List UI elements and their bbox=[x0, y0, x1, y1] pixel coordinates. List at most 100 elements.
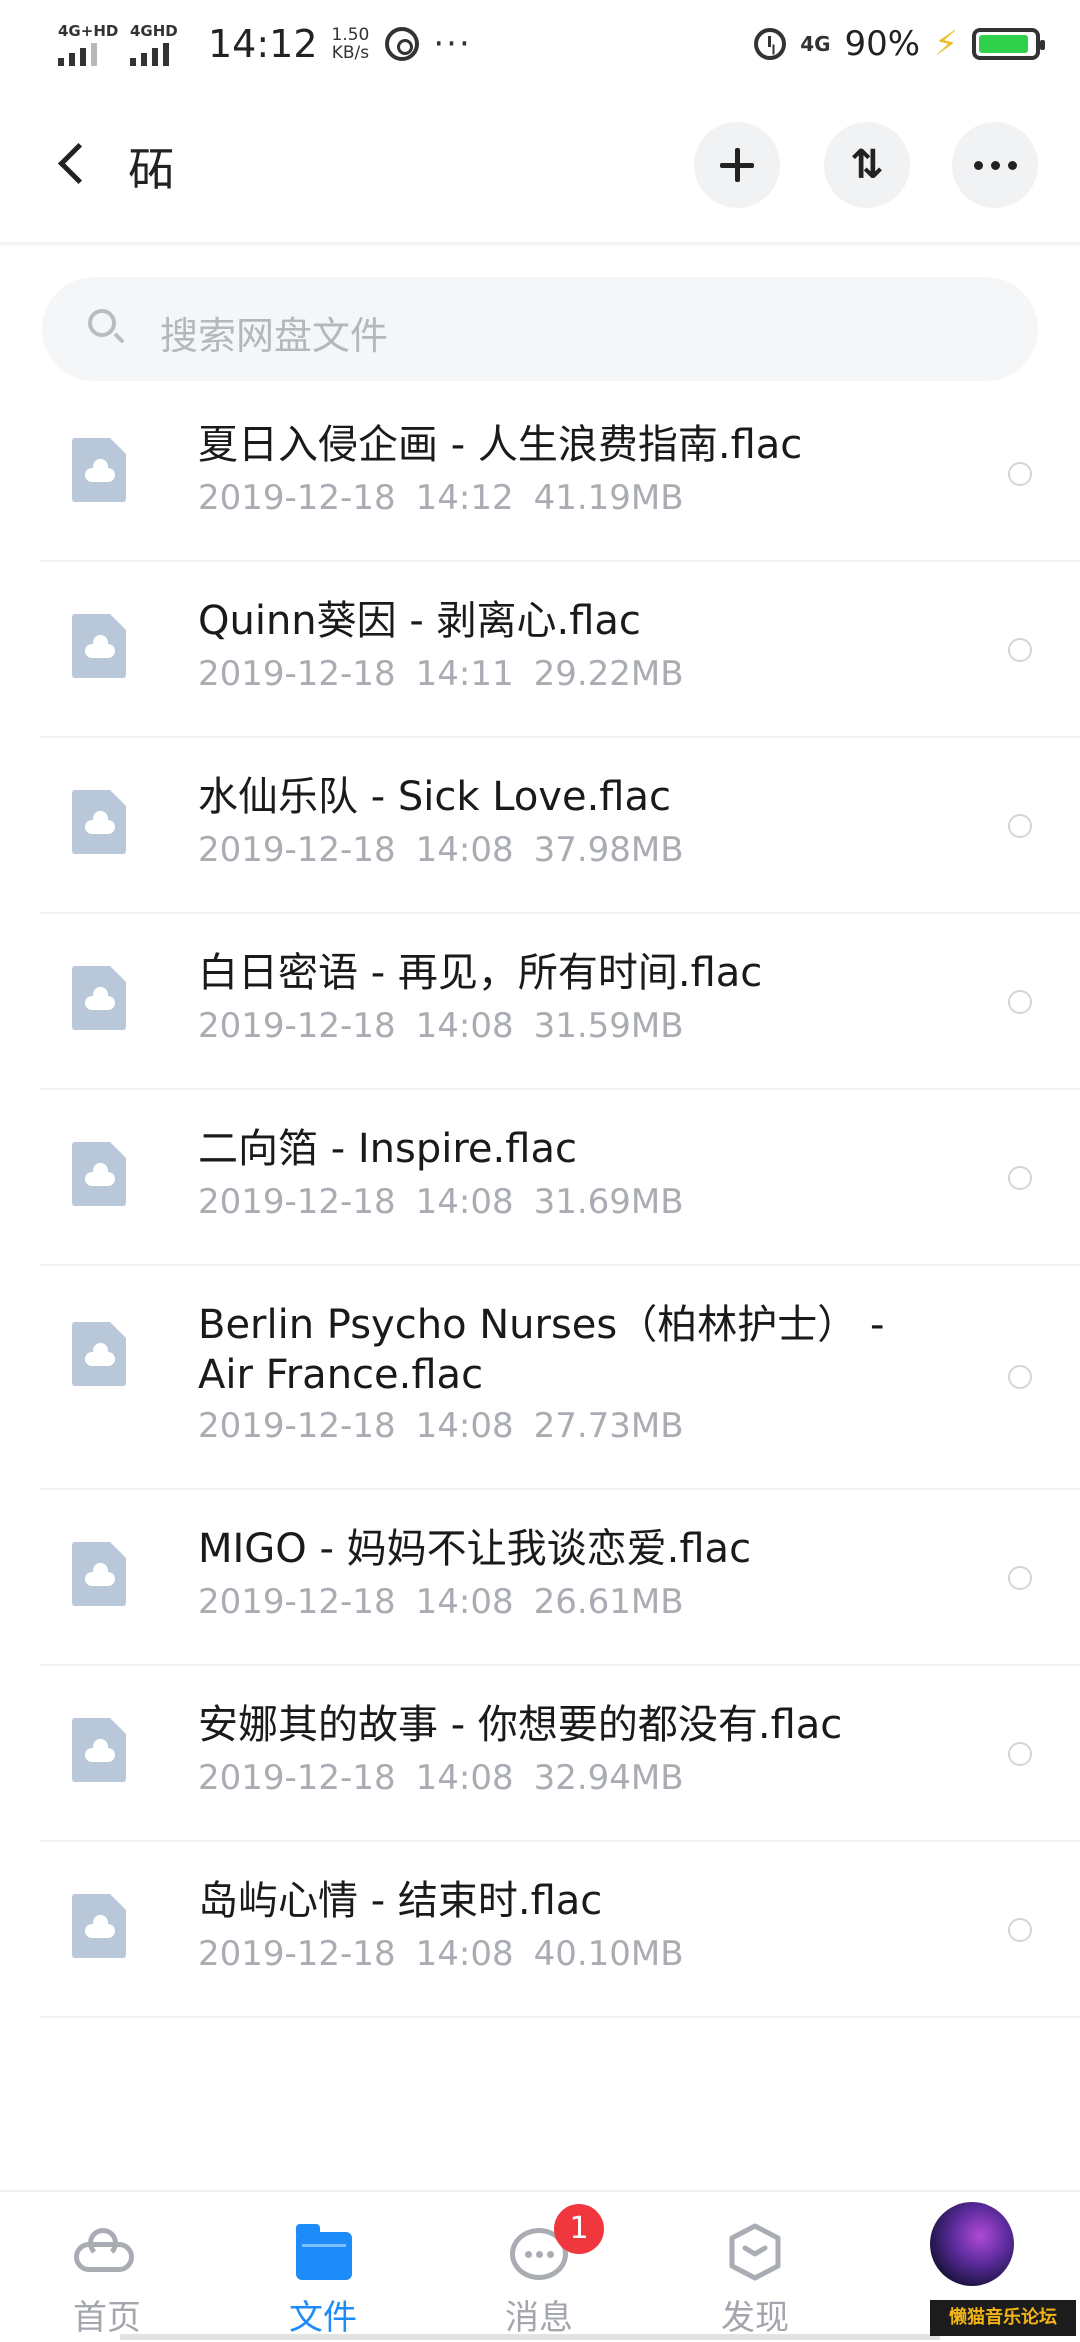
file-name: MIGO - 妈妈不让我谈恋爱.flac bbox=[198, 1526, 752, 1572]
file-date: 2019-12-18 bbox=[198, 830, 396, 870]
cloud-file-icon bbox=[72, 790, 126, 854]
file-meta: 2019-12-18 14:08 31.69MB bbox=[198, 1182, 704, 1222]
nav-files-label: 文件 bbox=[289, 2298, 357, 2338]
network-speed-value: 1.50 bbox=[331, 25, 370, 45]
file-date: 2019-12-18 bbox=[198, 1758, 396, 1798]
file-row[interactable]: 岛屿心情 - 结束时.flac 2019-12-18 14:08 40.10MB bbox=[0, 1842, 1080, 2018]
page-title: 砳 bbox=[128, 142, 174, 196]
cloud-file-icon bbox=[72, 614, 126, 678]
cloud-file-icon bbox=[72, 1894, 126, 1958]
divider bbox=[40, 2016, 1080, 2018]
battery-icon bbox=[972, 28, 1045, 60]
network-speed: 1.50 KB/s bbox=[332, 26, 370, 62]
signal-2-label: 4GHD bbox=[130, 22, 178, 40]
notification-badge: 1 bbox=[554, 2204, 604, 2254]
network-speed-unit: KB/s bbox=[331, 43, 370, 63]
file-list: 夏日入侵企画 - 人生浪费指南.flac 2019-12-18 14:12 41.1… bbox=[0, 386, 1080, 2018]
file-time: 14:08 bbox=[415, 1182, 514, 1222]
file-date: 2019-12-18 bbox=[198, 1934, 396, 1974]
network-4g-icon: 4G bbox=[800, 32, 831, 56]
file-time: 14:08 bbox=[415, 830, 514, 870]
cloud-file-icon bbox=[72, 1142, 126, 1206]
file-name: 安娜其的故事 - 你想要的都没有.flac bbox=[198, 1702, 843, 1748]
select-checkbox[interactable] bbox=[1008, 1566, 1032, 1590]
more-button[interactable] bbox=[952, 122, 1038, 208]
app-header: 砳 ⇅ bbox=[0, 95, 1080, 235]
file-meta: 2019-12-18 14:08 37.98MB bbox=[198, 830, 704, 870]
file-size: 26.61MB bbox=[533, 1582, 684, 1622]
file-row[interactable]: 安娜其的故事 - 你想要的都没有.flac 2019-12-18 14:08 32.… bbox=[0, 1666, 1080, 1842]
file-meta: 2019-12-18 14:08 27.73MB bbox=[198, 1406, 704, 1446]
avatar[interactable] bbox=[930, 2202, 1014, 2286]
select-checkbox[interactable] bbox=[1008, 462, 1032, 486]
select-checkbox[interactable] bbox=[1008, 1918, 1032, 1942]
search-placeholder: 搜索网盘文件 bbox=[160, 314, 389, 358]
file-size: 27.73MB bbox=[533, 1406, 684, 1446]
bottom-indicator bbox=[120, 2334, 940, 2340]
cloud-file-icon bbox=[72, 1322, 126, 1386]
plus-icon bbox=[720, 148, 754, 182]
file-meta: 2019-12-18 14:11 29.22MB bbox=[198, 654, 704, 694]
nav-home[interactable]: 首页 bbox=[32, 2192, 182, 2342]
file-time: 14:08 bbox=[415, 1934, 514, 1974]
file-meta: 2019-12-18 14:12 41.19MB bbox=[198, 478, 704, 518]
file-date: 2019-12-18 bbox=[198, 654, 396, 694]
nav-files[interactable]: 文件 bbox=[248, 2192, 398, 2342]
select-checkbox[interactable] bbox=[1008, 814, 1032, 838]
search-input[interactable]: 搜索网盘文件 bbox=[42, 277, 1038, 381]
select-checkbox[interactable] bbox=[1008, 638, 1032, 662]
file-row[interactable]: 白日密语 - 再见，所有时间.flac 2019-12-18 14:08 31.59… bbox=[0, 914, 1080, 1090]
file-size: 31.59MB bbox=[533, 1006, 684, 1046]
sort-icon: ⇅ bbox=[850, 142, 884, 188]
back-button[interactable] bbox=[52, 137, 92, 187]
add-button[interactable] bbox=[694, 122, 780, 208]
nav-home-label: 首页 bbox=[73, 2298, 141, 2338]
folder-icon bbox=[296, 2224, 352, 2280]
watermark: 懒猫音乐论坛 bbox=[930, 2300, 1076, 2336]
cloud-file-icon bbox=[72, 1718, 126, 1782]
nav-discover-label: 发现 bbox=[721, 2298, 789, 2338]
select-checkbox[interactable] bbox=[1008, 1365, 1032, 1389]
file-time: 14:12 bbox=[415, 478, 514, 518]
cloud-file-icon bbox=[72, 966, 126, 1030]
file-date: 2019-12-18 bbox=[198, 1406, 396, 1446]
nav-messages-label: 消息 bbox=[505, 2298, 573, 2338]
status-more-icon: ··· bbox=[433, 24, 472, 64]
nav-discover[interactable]: 发现 bbox=[680, 2192, 830, 2342]
file-row[interactable]: MIGO - 妈妈不让我谈恋爱.flac 2019-12-18 14:08 26.6… bbox=[0, 1490, 1080, 1666]
file-size: 32.94MB bbox=[533, 1758, 684, 1798]
signal-2-icon: 4GHD bbox=[130, 22, 188, 66]
select-checkbox[interactable] bbox=[1008, 1166, 1032, 1190]
status-time: 14:12 bbox=[208, 22, 318, 66]
file-meta: 2019-12-18 14:08 26.61MB bbox=[198, 1582, 704, 1622]
file-size: 37.98MB bbox=[533, 830, 684, 870]
file-row[interactable]: 夏日入侵企画 - 人生浪费指南.flac 2019-12-18 14:12 41.1… bbox=[0, 386, 1080, 562]
file-row[interactable]: Quinn葵因 - 剥离心.flac 2019-12-18 14:11 29.22M… bbox=[0, 562, 1080, 738]
file-row[interactable]: 水仙乐队 - Sick Love.flac 2019-12-18 14:08 37.… bbox=[0, 738, 1080, 914]
file-time: 14:08 bbox=[415, 1582, 514, 1622]
discover-icon bbox=[728, 2222, 782, 2282]
cloud-file-icon bbox=[72, 1542, 126, 1606]
file-date: 2019-12-18 bbox=[198, 1006, 396, 1046]
file-size: 31.69MB bbox=[533, 1182, 684, 1222]
file-time: 14:08 bbox=[415, 1758, 514, 1798]
file-name: Berlin Psycho Nurses（柏林护士） - Air France.… bbox=[198, 1302, 885, 1398]
select-checkbox[interactable] bbox=[1008, 1742, 1032, 1766]
signal-1-label: 4G+HD bbox=[58, 22, 119, 40]
select-checkbox[interactable] bbox=[1008, 990, 1032, 1014]
file-name: 水仙乐队 - Sick Love.flac bbox=[198, 774, 671, 820]
file-size: 41.19MB bbox=[533, 478, 684, 518]
file-name: 二向箔 - Inspire.flac bbox=[198, 1126, 577, 1172]
file-size: 29.22MB bbox=[533, 654, 684, 694]
sort-button[interactable]: ⇅ bbox=[824, 122, 910, 208]
nav-messages[interactable]: 1 消息 bbox=[464, 2192, 614, 2342]
file-row[interactable]: 二向箔 - Inspire.flac 2019-12-18 14:08 31.69M… bbox=[0, 1090, 1080, 1266]
file-row[interactable]: Berlin Psycho Nurses（柏林护士） - Air France.… bbox=[0, 1266, 1080, 1490]
bottom-nav: 首页 文件 1 消息 发现 bbox=[0, 2190, 1080, 2342]
file-name: 岛屿心情 - 结束时.flac bbox=[198, 1878, 603, 1924]
file-date: 2019-12-18 bbox=[198, 1182, 396, 1222]
file-time: 14:08 bbox=[415, 1006, 514, 1046]
file-time: 14:11 bbox=[415, 654, 514, 694]
more-icon bbox=[973, 160, 1017, 170]
cloud-file-icon bbox=[72, 438, 126, 502]
